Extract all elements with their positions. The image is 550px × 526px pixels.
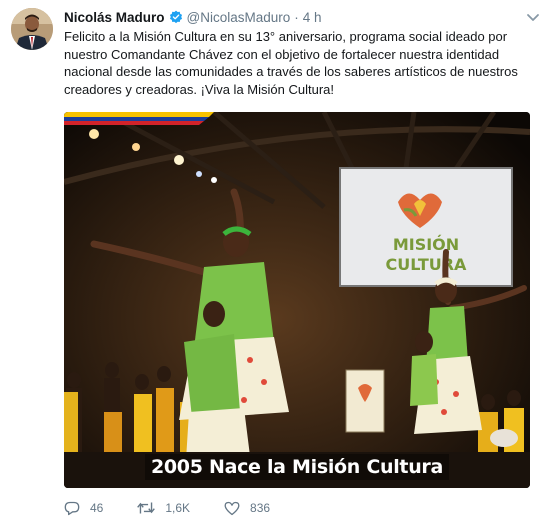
tweet-media-photo[interactable]: MISIÓN CULTURA 2005 Nace la Misión Cultu… [64, 112, 530, 488]
tweet-text-line: nuestro Comandante Chávez con el objetiv… [64, 46, 500, 62]
chevron-down-icon[interactable] [526, 10, 540, 21]
tweet-header: Nicolás Maduro @NicolasMaduro · 4 h [64, 8, 322, 26]
like-button[interactable]: 836 [224, 501, 270, 516]
verified-badge-icon [169, 10, 183, 24]
reply-button[interactable]: 46 [64, 501, 103, 516]
tweet-actions: 46 1,6K 836 [64, 498, 304, 518]
tweet-text-line: nacional desde las comunidades a través … [64, 64, 518, 79]
author-handle[interactable]: @NicolasMaduro [187, 10, 291, 25]
retweet-count: 1,6K [165, 501, 191, 515]
tweet-text: Felicito a la Misión Cultura en su 13° a… [64, 28, 522, 98]
timestamp[interactable]: 4 h [303, 10, 322, 25]
media-caption-text: 2005 Nace la Misión Cultura [144, 454, 450, 480]
tweet-text-line: creadores y creadoras. ¡Viva la Misión C… [64, 81, 334, 97]
media-caption: 2005 Nace la Misión Cultura [64, 454, 530, 480]
author-name[interactable]: Nicolás Maduro [64, 10, 165, 25]
tweet[interactable]: Nicolás Maduro @NicolasMaduro · 4 h Feli… [0, 0, 550, 526]
reply-count: 46 [90, 501, 104, 515]
retweet-icon [137, 502, 156, 514]
screen-logo-line1: MISIÓN [393, 235, 459, 254]
screen-logo-line2: CULTURA [386, 255, 468, 274]
like-count: 836 [250, 501, 271, 515]
separator: · [294, 9, 299, 25]
heart-icon [224, 501, 240, 515]
retweet-button[interactable]: 1,6K [137, 501, 190, 515]
tweet-text-line: Felicito a la Misión Cultura en su 13° a… [64, 29, 508, 44]
reply-icon [64, 501, 80, 515]
avatar[interactable] [11, 8, 53, 50]
